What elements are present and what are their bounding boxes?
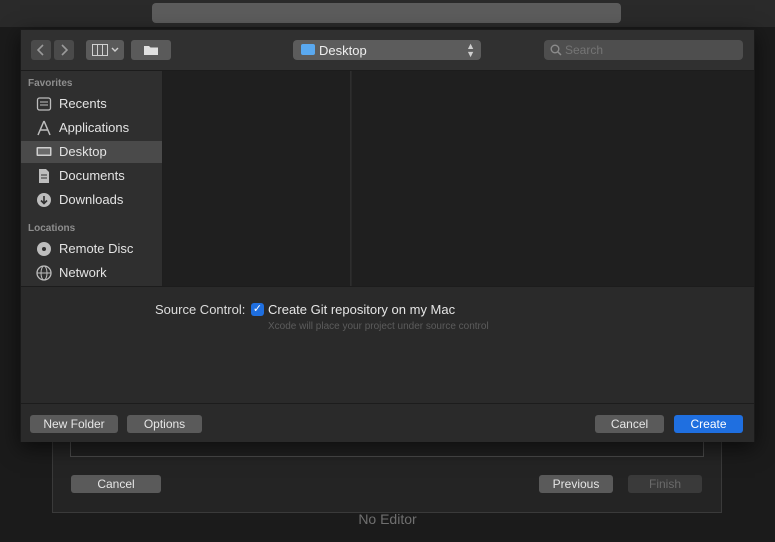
sidebar-item-label: Recents — [59, 96, 107, 111]
window-title-field — [152, 3, 621, 23]
source-control-note: Xcode will place your project under sour… — [268, 321, 489, 332]
sidebar-item-label: Remote Disc — [59, 241, 134, 256]
background-previous-button[interactable]: Previous — [539, 475, 613, 493]
search-placeholder: Search — [565, 43, 604, 57]
sidebar-item-network[interactable]: Network — [21, 262, 162, 284]
disc-icon — [37, 242, 51, 256]
browser-column-2[interactable] — [352, 71, 754, 286]
window-title-bar — [0, 0, 775, 27]
sidebar: Favorites Recents Applications Desktop D… — [21, 71, 163, 286]
git-repository-checkbox-label[interactable]: Create Git repository on my Mac — [268, 302, 455, 317]
sidebar-item-label: Desktop — [59, 144, 107, 159]
new-folder-toolbar-button[interactable] — [131, 40, 171, 60]
sidebar-item-desktop[interactable]: Desktop — [21, 141, 162, 163]
sidebar-item-label: Downloads — [59, 192, 124, 207]
dialog-button-bar: New Folder Options Cancel Create — [21, 403, 754, 442]
location-popup[interactable]: Desktop ▲ ▼ — [293, 40, 481, 60]
view-mode-button[interactable] — [86, 40, 124, 60]
forward-button[interactable] — [54, 40, 74, 60]
globe-icon — [36, 265, 52, 281]
browser-column-1[interactable] — [163, 71, 351, 286]
column-view-icon — [91, 44, 108, 56]
folder-icon — [144, 46, 158, 55]
save-dialog: Desktop ▲ ▼ Search Favorites Recents App… — [20, 29, 755, 442]
back-button[interactable] — [31, 40, 51, 60]
no-editor-label: No Editor — [358, 511, 417, 527]
sidebar-item-downloads[interactable]: Downloads — [21, 189, 162, 211]
popup-arrows-icon: ▲ ▼ — [466, 41, 475, 59]
background-cancel-button[interactable]: Cancel — [71, 475, 161, 493]
source-control-label: Source Control: — [155, 302, 246, 317]
clock-icon — [36, 97, 52, 111]
desktop-folder-icon — [301, 44, 315, 55]
create-button[interactable]: Create — [674, 415, 743, 433]
sidebar-item-label: Documents — [59, 168, 125, 183]
source-control-panel: Source Control: ✓ Create Git repository … — [21, 286, 754, 403]
chevron-left-icon — [37, 44, 44, 56]
applications-icon — [37, 120, 51, 136]
sidebar-item-documents[interactable]: Documents — [21, 165, 162, 187]
sidebar-item-applications[interactable]: Applications — [21, 117, 162, 139]
sidebar-item-label: Applications — [59, 120, 130, 135]
sidebar-item-remote-disc[interactable]: Remote Disc — [21, 238, 162, 260]
chevron-down-icon — [111, 47, 118, 52]
desktop-icon — [36, 147, 52, 156]
favorites-header: Favorites — [28, 78, 73, 89]
search-icon — [550, 44, 562, 56]
git-repository-checkbox[interactable]: ✓ — [251, 303, 264, 316]
document-icon — [39, 169, 49, 183]
search-field[interactable]: Search — [544, 40, 743, 60]
downloads-icon — [37, 193, 51, 207]
background-finish-button: Finish — [628, 475, 702, 493]
chevron-right-icon — [61, 44, 68, 56]
options-button[interactable]: Options — [127, 415, 202, 433]
new-folder-button[interactable]: New Folder — [30, 415, 118, 433]
dialog-toolbar: Desktop ▲ ▼ Search — [21, 30, 754, 71]
cancel-button[interactable]: Cancel — [595, 415, 664, 433]
location-label: Desktop — [319, 43, 367, 58]
sidebar-item-recents[interactable]: Recents — [21, 93, 162, 115]
sidebar-item-label: Network — [59, 265, 107, 280]
locations-header: Locations — [28, 223, 76, 234]
